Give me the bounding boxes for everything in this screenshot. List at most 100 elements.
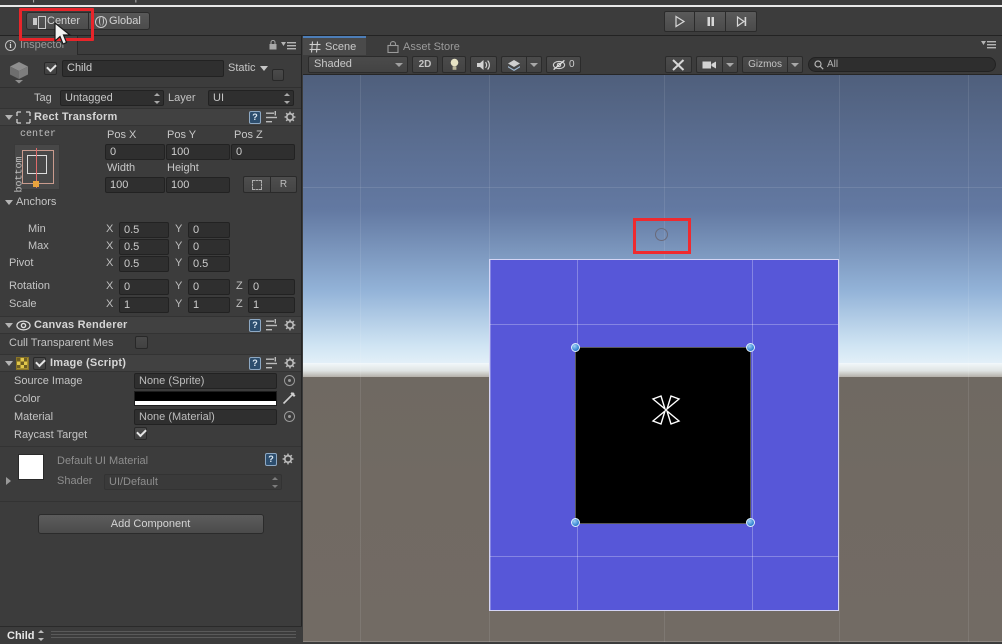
resize-handle-bottom-right[interactable] [746, 518, 755, 527]
preset-icon[interactable] [266, 319, 279, 332]
rotation-z-input[interactable]: 0 [248, 279, 295, 295]
hidden-objects-button[interactable]: 0 [546, 56, 581, 73]
scene-tools-button[interactable] [665, 56, 693, 73]
source-image-picker-icon[interactable] [284, 375, 295, 386]
mouse-cursor [54, 22, 72, 45]
menu-bar[interactable]: Component Window Help [0, 0, 1002, 7]
pos-x-header: Pos X [107, 129, 137, 141]
scale-label: Scale [9, 298, 37, 310]
cull-transparent-mesh-checkbox[interactable] [135, 336, 148, 349]
layer-dropdown[interactable]: UI [208, 90, 294, 106]
toggle-2d-button[interactable]: 2D [412, 56, 438, 73]
tab-asset-store[interactable]: Asset Store [381, 36, 470, 55]
raycast-target-checkbox[interactable] [134, 427, 147, 440]
pos-y-input[interactable]: 100 [166, 144, 230, 160]
help-icon[interactable]: ? [249, 111, 261, 124]
material-picker-icon[interactable] [284, 411, 295, 422]
play-button[interactable] [664, 11, 695, 32]
max-x-axis-label: X [106, 240, 114, 252]
tab-scene[interactable]: Scene [303, 36, 367, 55]
step-button[interactable] [726, 11, 757, 32]
anchor-preset-preview[interactable]: bottom [14, 144, 60, 193]
material-preview-panel: Default UI Material Shader UI/Default ? [0, 446, 301, 501]
color-swatch[interactable] [134, 391, 277, 406]
pivot-x-input[interactable]: 0.5 [119, 256, 169, 272]
eyedropper-icon[interactable] [282, 391, 296, 405]
component-header-canvas-renderer[interactable]: Canvas Renderer ? [0, 316, 301, 334]
add-component-button[interactable]: Add Component [37, 514, 264, 534]
color-alpha-bar [135, 401, 276, 405]
anchors-foldout[interactable]: Anchors [5, 196, 56, 208]
resize-handle-top-left[interactable] [571, 343, 580, 352]
foldout-arrow-icon[interactable] [6, 477, 11, 485]
gear-icon[interactable] [284, 319, 297, 332]
gizmos-dropdown-button[interactable] [787, 56, 803, 73]
gizmos-button[interactable]: Gizmos [742, 56, 787, 73]
scale-y-input[interactable]: 1 [188, 297, 230, 313]
component-header-image-script[interactable]: Image (Script) ? [0, 354, 301, 372]
scale-z-input[interactable]: 1 [248, 297, 295, 313]
rotation-x-input[interactable]: 0 [119, 279, 169, 295]
draw-mode-dropdown[interactable]: Shaded [308, 56, 408, 73]
anchor-max-x-input[interactable]: 0.5 [119, 239, 169, 255]
toggle-lighting-button[interactable] [442, 56, 466, 73]
camera-dropdown-button[interactable] [722, 56, 739, 73]
tag-dropdown[interactable]: Untagged [60, 90, 164, 106]
space-mode-button[interactable]: Global [88, 12, 150, 30]
chevron-updown-icon[interactable] [38, 630, 45, 641]
toggle-audio-button[interactable] [470, 56, 497, 73]
component-header-rect-transform[interactable]: Rect Transform ? [0, 108, 301, 126]
chevron-updown-icon [271, 477, 278, 488]
pos-x-input[interactable]: 0 [105, 144, 165, 160]
image-enabled-checkbox[interactable] [33, 356, 46, 370]
source-image-field[interactable]: None (Sprite) [134, 373, 277, 389]
pause-button[interactable] [695, 11, 726, 32]
gear-icon[interactable] [284, 357, 297, 370]
scene-search-input[interactable]: All [808, 57, 996, 72]
toggle-effects-button[interactable] [501, 56, 526, 73]
gameobject-enabled-checkbox[interactable] [44, 62, 57, 75]
scene-viewport[interactable] [303, 75, 1002, 642]
raw-edit-mode-button[interactable]: R [270, 176, 297, 193]
gear-icon[interactable] [282, 453, 295, 466]
preset-icon[interactable] [266, 357, 279, 370]
help-icon[interactable]: ? [249, 357, 261, 370]
effects-dropdown-button[interactable] [526, 56, 542, 73]
pivot-y-input[interactable]: 0.5 [188, 256, 230, 272]
anchor-min-x-input[interactable]: 0.5 [119, 222, 169, 238]
foldout-arrow-icon[interactable] [5, 114, 13, 120]
anchor-max-y-input[interactable]: 0 [188, 239, 230, 255]
preset-icon[interactable] [266, 111, 279, 124]
hamburger-icon[interactable] [281, 41, 296, 50]
help-icon[interactable]: ? [249, 319, 261, 332]
pivot-label: Pivot [9, 257, 34, 269]
lock-icon[interactable] [269, 40, 277, 50]
width-input[interactable]: 100 [105, 177, 165, 193]
selected-image-rect[interactable] [575, 347, 751, 524]
component-header-icons: ? [249, 111, 297, 124]
anchor-gizmo-icon[interactable] [648, 392, 684, 428]
foldout-arrow-icon[interactable] [5, 360, 13, 366]
static-dropdown-icon[interactable] [259, 65, 268, 71]
scale-x-input[interactable]: 1 [119, 297, 169, 313]
hamburger-icon[interactable] [981, 40, 996, 49]
height-input[interactable]: 100 [166, 177, 230, 193]
shader-dropdown[interactable]: UI/Default [104, 474, 282, 490]
rot-z-axis-label: Z [236, 280, 243, 292]
help-icon[interactable]: ? [265, 453, 277, 466]
pos-z-input[interactable]: 0 [231, 144, 295, 160]
pivot-x-axis-label: X [106, 257, 114, 269]
anchor-min-y-input[interactable]: 0 [188, 222, 230, 238]
resize-handle-top-right[interactable] [746, 343, 755, 352]
material-field[interactable]: None (Material) [134, 409, 277, 425]
static-checkbox[interactable] [272, 69, 284, 81]
gear-icon[interactable] [284, 111, 297, 124]
resize-handle-bottom-left[interactable] [571, 518, 580, 527]
pivot-circle-icon[interactable] [655, 228, 668, 241]
scene-camera-button[interactable] [696, 56, 723, 73]
foldout-arrow-icon[interactable] [5, 322, 13, 328]
chevron-down-icon [791, 62, 799, 67]
gameobject-name-input[interactable]: Child [62, 60, 224, 77]
rotation-y-input[interactable]: 0 [188, 279, 230, 295]
blueprint-mode-button[interactable] [243, 176, 270, 193]
